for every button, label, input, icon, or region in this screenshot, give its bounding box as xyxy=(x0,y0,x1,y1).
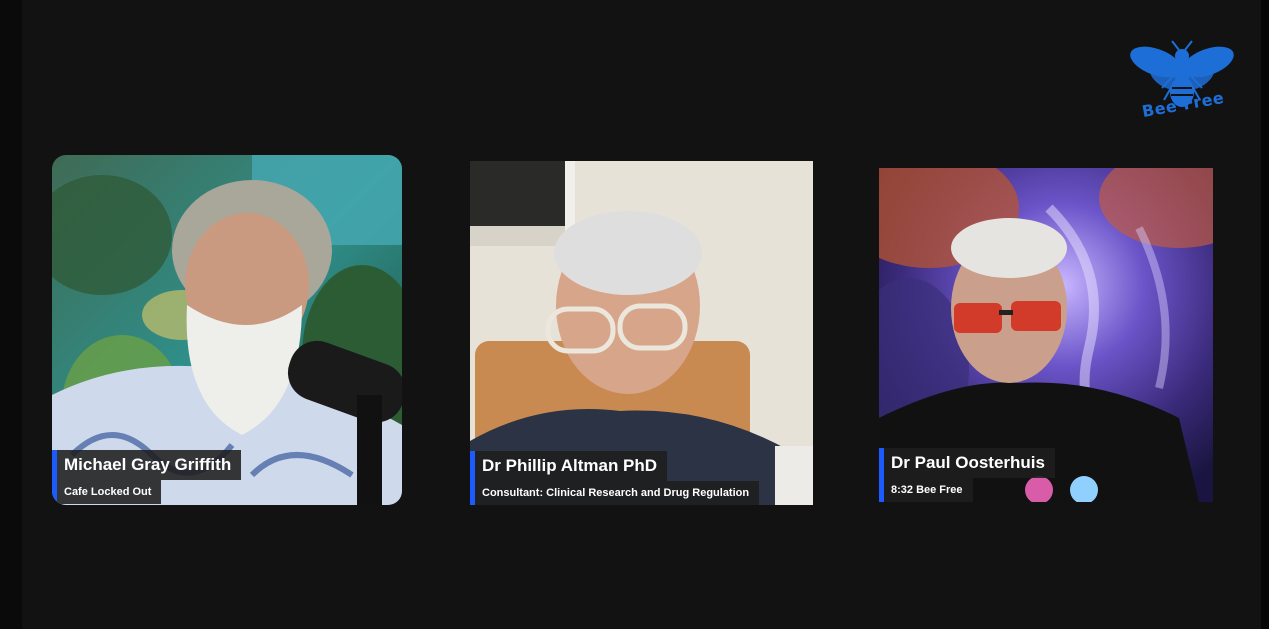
video-tile-michael[interactable]: Michael Gray Griffith Cafe Locked Out xyxy=(52,155,402,505)
participant-subtitle: 8:32 Bee Free xyxy=(879,478,973,502)
video-tile-phillip[interactable]: Dr Phillip Altman PhD Consultant: Clinic… xyxy=(470,161,813,505)
video-tile-paul[interactable]: Dr Paul Oosterhuis 8:32 Bee Free xyxy=(879,168,1213,502)
frame-edge xyxy=(1261,0,1269,629)
participant-name: Dr Phillip Altman PhD xyxy=(470,451,668,481)
participant-name: Dr Paul Oosterhuis xyxy=(879,448,1055,478)
participant-subtitle: Consultant: Clinical Research and Drug R… xyxy=(470,481,760,505)
participant-subtitle: Cafe Locked Out xyxy=(52,480,162,504)
participant-name: Michael Gray Griffith xyxy=(52,450,242,480)
